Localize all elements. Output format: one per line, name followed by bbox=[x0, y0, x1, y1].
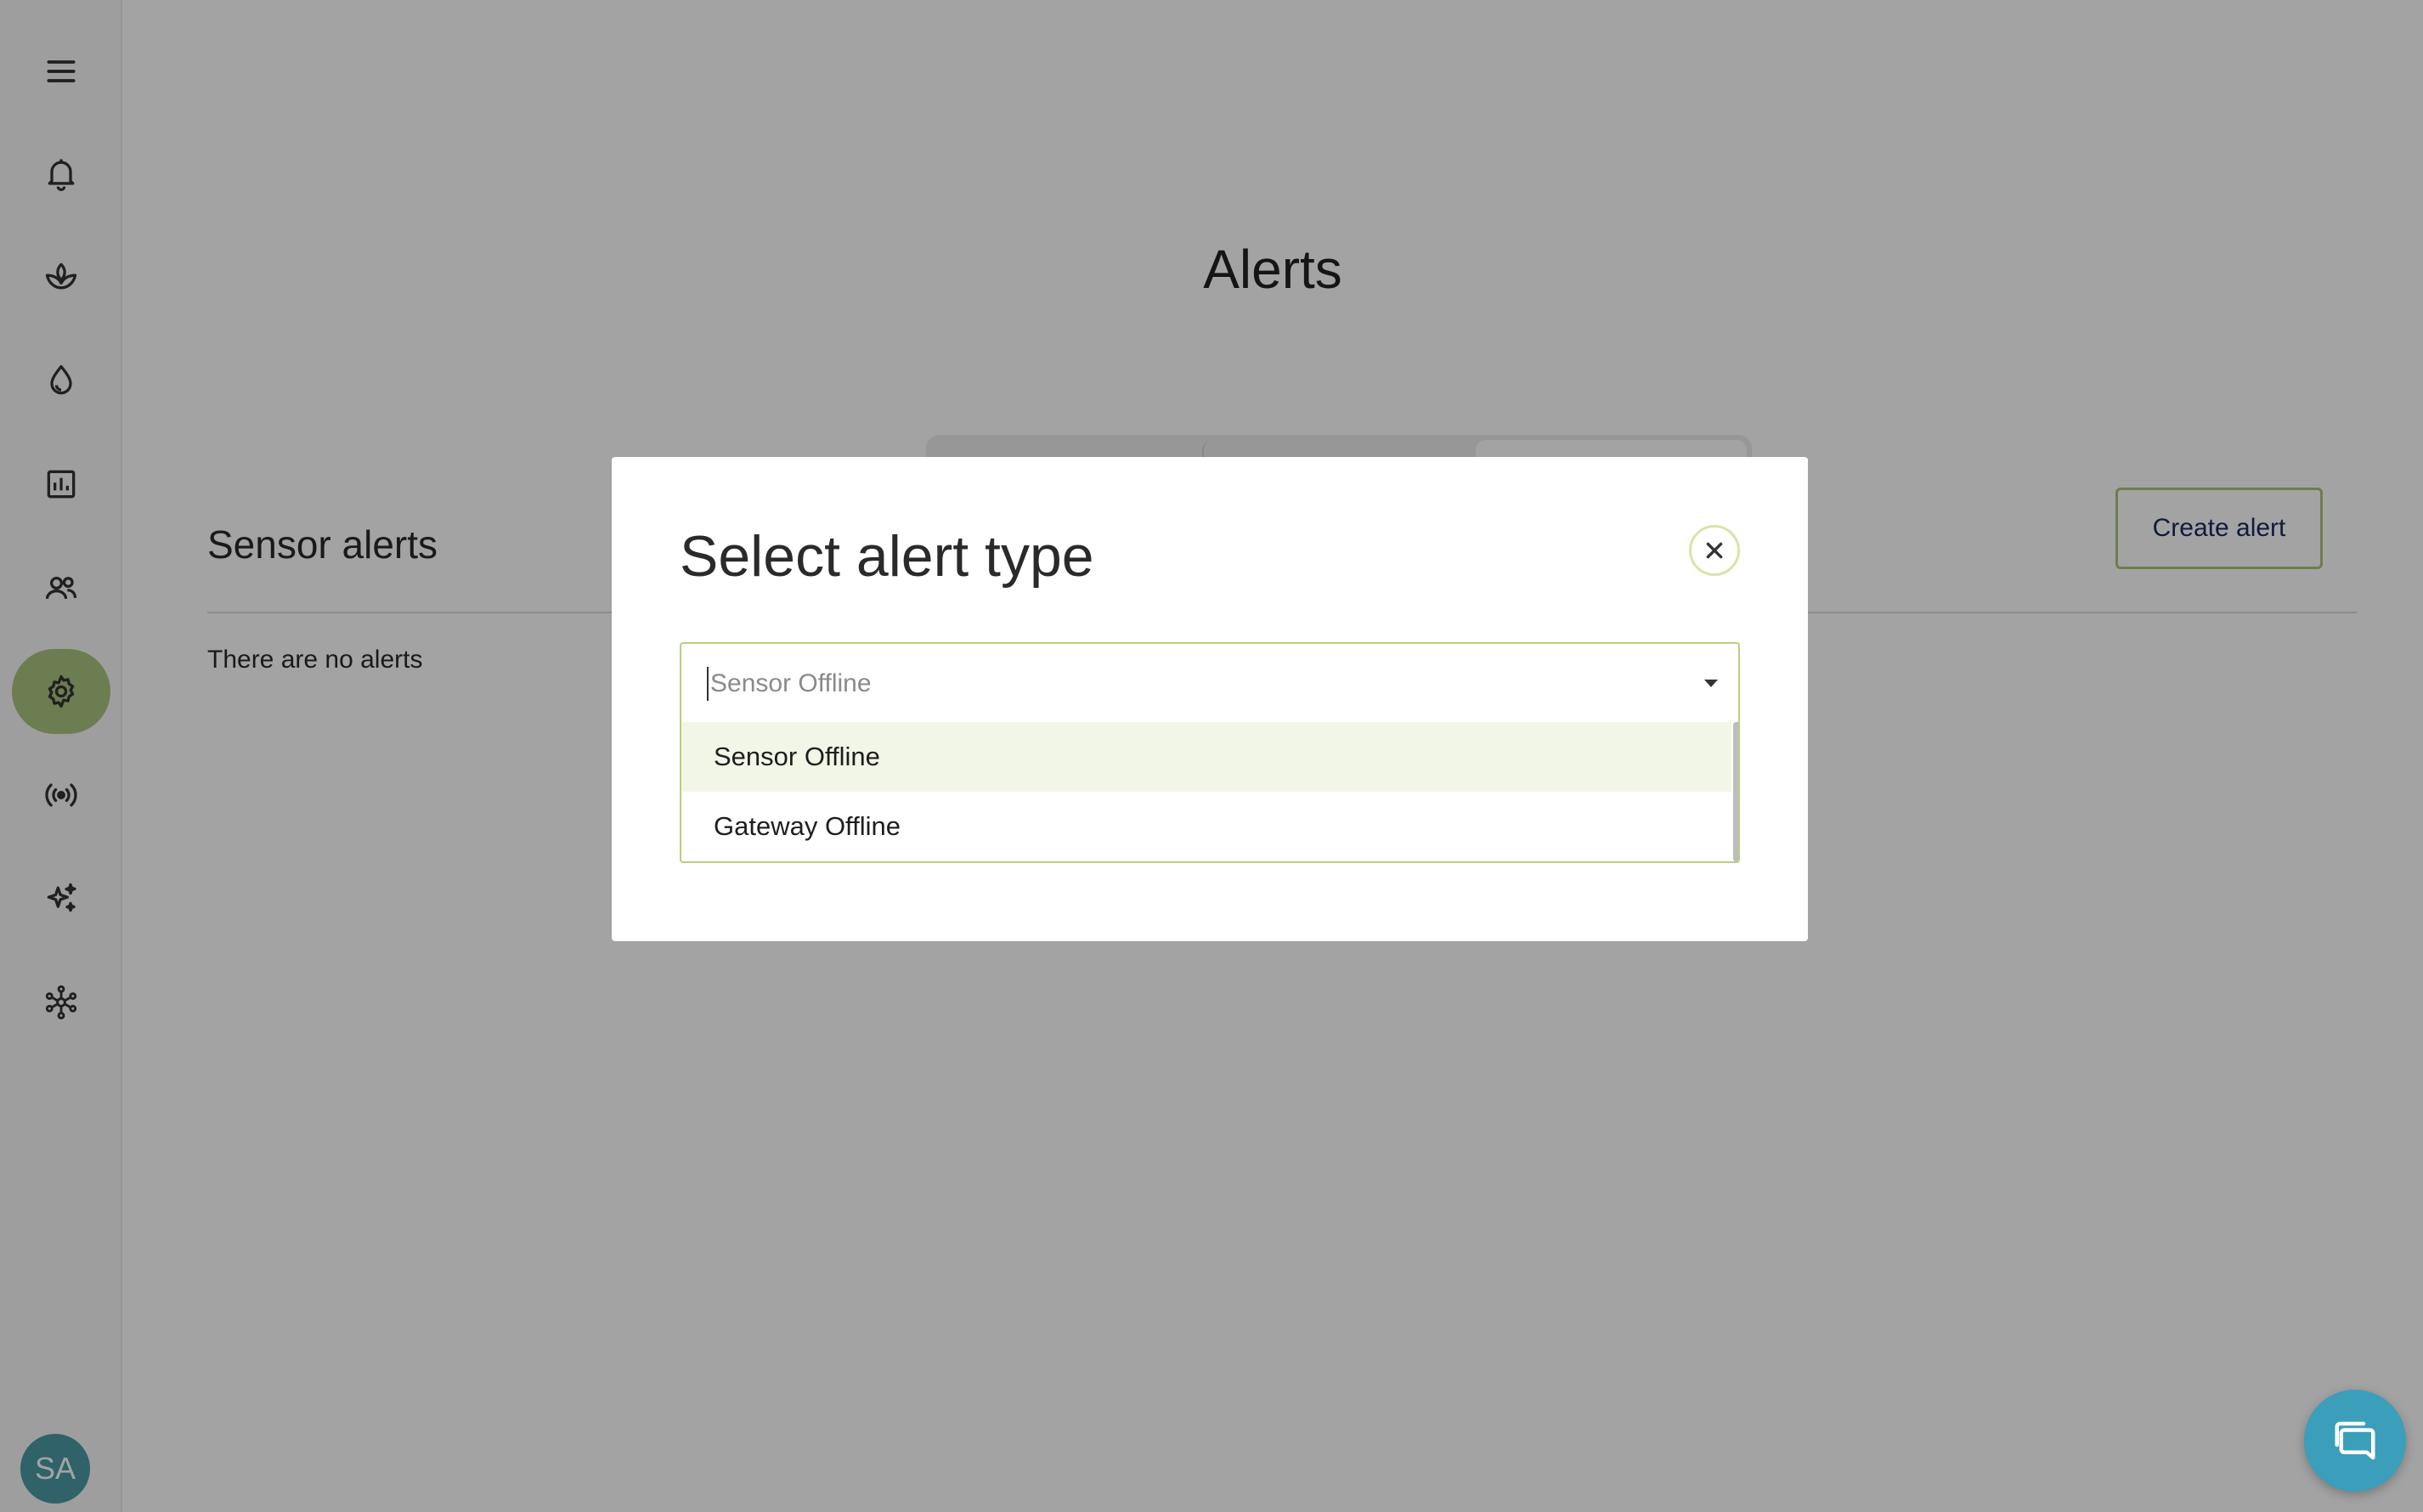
chat-button[interactable] bbox=[2304, 1390, 2406, 1492]
option-sensor-offline[interactable]: Sensor Offline bbox=[681, 722, 1731, 792]
select-alert-type-dialog: Select alert type Sensor Offline Gateway… bbox=[612, 457, 1808, 941]
dropdown-scrollbar[interactable] bbox=[1733, 722, 1738, 861]
alert-type-input[interactable] bbox=[707, 667, 1641, 701]
dialog-title: Select alert type bbox=[680, 524, 1094, 589]
alert-type-select[interactable] bbox=[680, 642, 1740, 724]
chat-bubble-icon bbox=[2335, 1421, 2375, 1460]
caret-down-icon[interactable] bbox=[1704, 680, 1718, 687]
close-icon bbox=[1706, 542, 1723, 559]
option-gateway-offline[interactable]: Gateway Offline bbox=[681, 792, 1731, 861]
close-button[interactable] bbox=[1689, 525, 1740, 576]
alert-type-options: Sensor Offline Gateway Offline bbox=[680, 722, 1740, 863]
